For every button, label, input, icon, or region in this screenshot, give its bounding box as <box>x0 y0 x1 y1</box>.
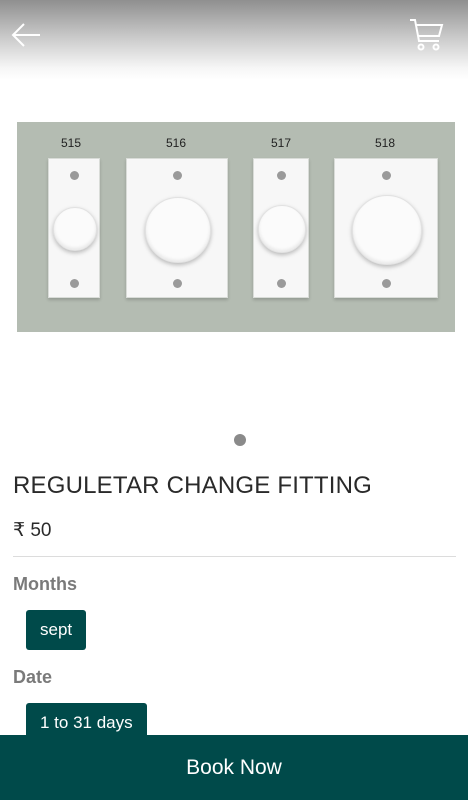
screw <box>69 279 79 288</box>
model-label: 518 <box>374 136 396 150</box>
product-price: ₹ 50 <box>13 520 52 541</box>
screw <box>69 171 79 180</box>
switch-plate-518 <box>334 158 438 298</box>
back-arrow-icon <box>11 23 40 47</box>
top-bar <box>0 0 468 80</box>
model-label: 516 <box>165 136 187 150</box>
regulator-knob <box>53 207 97 251</box>
model-label: 515 <box>60 136 82 150</box>
screw <box>276 279 286 288</box>
switch-plate-516 <box>126 158 228 298</box>
cart-button[interactable] <box>406 14 446 54</box>
regulator-knob <box>352 195 422 265</box>
cart-icon <box>410 19 444 51</box>
screw <box>172 279 182 288</box>
carousel-dot-indicator[interactable] <box>234 434 246 446</box>
regulator-knob <box>145 197 211 263</box>
switch-plate-517 <box>253 158 309 298</box>
screw <box>381 171 391 180</box>
product-image[interactable]: 515 516 517 518 <box>17 122 455 332</box>
screw <box>172 171 182 180</box>
divider <box>13 556 456 557</box>
month-option-chip[interactable]: sept <box>26 610 87 650</box>
regulator-knob <box>258 205 306 253</box>
model-label: 517 <box>270 136 292 150</box>
book-now-button[interactable]: Book Now <box>0 735 468 800</box>
switch-plate-515 <box>48 158 100 298</box>
product-title: REGULETAR CHANGE FITTING <box>13 472 373 499</box>
back-button[interactable] <box>8 16 46 54</box>
screw <box>276 171 286 180</box>
months-label: Months <box>13 574 77 594</box>
screw <box>381 279 391 288</box>
date-label: Date <box>13 667 53 687</box>
